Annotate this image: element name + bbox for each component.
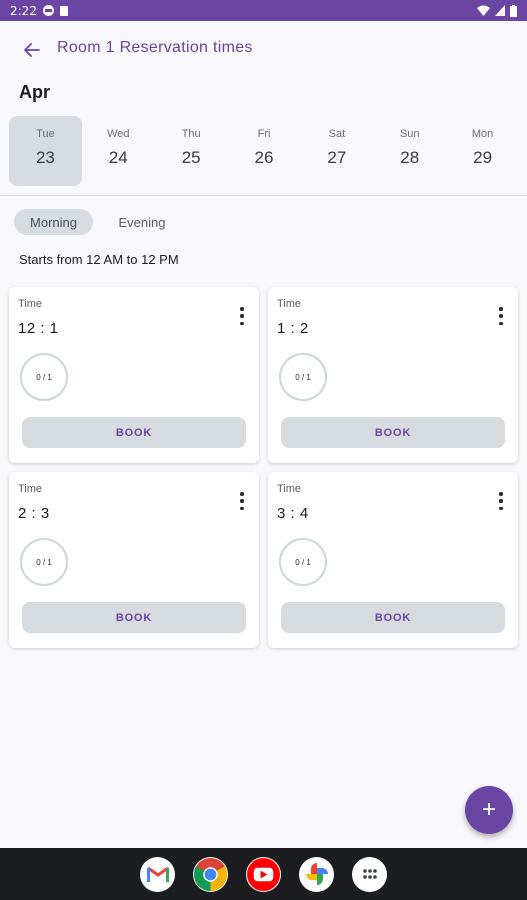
day-mon[interactable]: Mon 29: [446, 116, 519, 186]
day-tue[interactable]: Tue 23: [9, 116, 82, 186]
day-wed[interactable]: Wed 24: [82, 116, 155, 186]
day-name: Wed: [107, 128, 130, 140]
day-thu[interactable]: Thu 25: [155, 116, 228, 186]
divider: [0, 195, 527, 196]
slot-time: 2 : 3: [18, 505, 50, 522]
day-number: 26: [254, 148, 274, 167]
notification-icon: [42, 5, 54, 16]
slot-label: Time: [18, 298, 43, 310]
more-vert-icon[interactable]: [496, 307, 506, 325]
book-button[interactable]: BOOK: [281, 602, 505, 633]
slot-time: 1 : 2: [277, 320, 309, 337]
app-drawer-icon[interactable]: [352, 856, 387, 892]
day-name: Thu: [181, 128, 201, 140]
slot-card: Time 12 : 1 0 / 1 BOOK: [9, 287, 259, 463]
more-vert-icon[interactable]: [237, 307, 247, 325]
slot-label: Time: [18, 483, 43, 495]
add-button[interactable]: +: [465, 786, 513, 834]
wifi-icon: [477, 5, 490, 16]
book-button[interactable]: BOOK: [22, 602, 246, 633]
day-name: Sun: [399, 128, 420, 140]
back-button[interactable]: [20, 38, 44, 62]
day-sat[interactable]: Sat 27: [300, 116, 373, 186]
capacity-ring: 0 / 1: [20, 353, 68, 401]
day-number: 25: [181, 148, 201, 167]
slot-label: Time: [277, 483, 302, 495]
more-vert-icon[interactable]: [496, 492, 506, 510]
battery-icon: [510, 4, 517, 17]
day-number: 24: [108, 148, 128, 167]
arrow-back-icon: [24, 43, 40, 57]
month-label: Apr: [19, 82, 50, 102]
youtube-icon[interactable]: [246, 856, 281, 892]
status-time: 2:22: [10, 3, 37, 18]
capacity-ring: 0 / 1: [20, 538, 68, 586]
top-app-bar: Room 1 Reservation times: [0, 21, 527, 77]
sd-card-icon: [59, 5, 68, 16]
slot-card: Time 1 : 2 0 / 1 BOOK: [268, 287, 518, 463]
time-range-text: Starts from 12 AM to 12 PM: [19, 252, 179, 267]
more-vert-icon[interactable]: [237, 492, 247, 510]
day-number: 23: [35, 148, 55, 167]
slot-time: 12 : 1: [18, 320, 59, 337]
evening-chip[interactable]: Evening: [104, 209, 180, 235]
day-name: Sat: [328, 128, 346, 140]
book-button[interactable]: BOOK: [22, 417, 246, 448]
day-number: 27: [327, 148, 347, 167]
day-number: 29: [473, 148, 493, 167]
signal-icon: [495, 5, 505, 16]
app-dock: [0, 848, 527, 900]
slot-label: Time: [277, 298, 302, 310]
day-name: Mon: [471, 128, 494, 140]
day-sun[interactable]: Sun 28: [373, 116, 446, 186]
morning-chip[interactable]: Morning: [14, 209, 93, 235]
plus-icon: +: [481, 796, 496, 823]
page-title: Room 1 Reservation times: [57, 39, 253, 56]
gmail-icon[interactable]: [140, 856, 175, 892]
capacity-ring: 0 / 1: [279, 538, 327, 586]
date-strip: Tue 23 Wed 24 Thu 25 Fri 26 Sat 27 Sun 2…: [9, 116, 519, 188]
photos-icon[interactable]: [299, 856, 334, 892]
day-number: 28: [400, 148, 420, 167]
status-bar: 2:22: [0, 0, 527, 21]
day-name: Tue: [36, 128, 55, 140]
slot-card: Time 3 : 4 0 / 1 BOOK: [268, 472, 518, 648]
slot-time: 3 : 4: [277, 505, 309, 522]
book-button[interactable]: BOOK: [281, 417, 505, 448]
day-name: Fri: [257, 128, 271, 140]
slot-card: Time 2 : 3 0 / 1 BOOK: [9, 472, 259, 648]
day-fri[interactable]: Fri 26: [228, 116, 301, 186]
capacity-ring: 0 / 1: [279, 353, 327, 401]
chrome-icon[interactable]: [193, 856, 228, 892]
